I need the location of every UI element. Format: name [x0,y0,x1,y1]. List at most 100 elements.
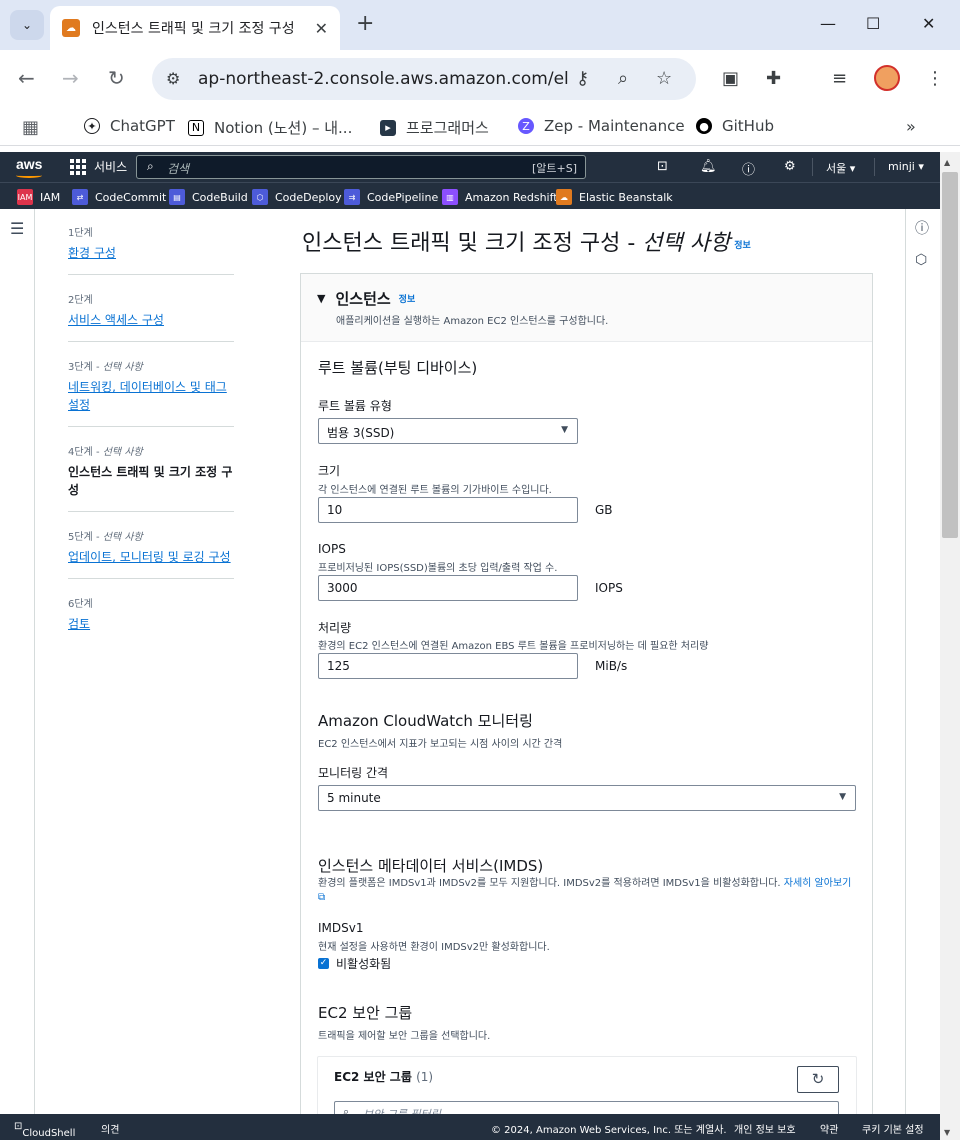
services-menu-button[interactable]: 서비스 [70,158,127,175]
terms-link[interactable]: 약관 [820,1121,838,1136]
cloudshell-footer-button[interactable]: ⊡ CloudShell [14,1121,75,1139]
search-icon: ⌕ [147,159,154,173]
close-window-icon[interactable]: ✕ [922,14,935,33]
media-queue-icon[interactable]: ≡ [832,68,847,89]
step-6: 6단계 검토 [68,595,234,645]
cookies-link[interactable]: 쿠키 기본 설정 [862,1121,924,1136]
favorite-codebuild[interactable]: ▤ CodeBuild [169,189,248,205]
maximize-icon[interactable]: ☐ [866,14,880,33]
iops-description: 프로비저닝된 IOPS(SSD)볼륨의 초당 입력/출력 작업 수. [318,563,558,574]
more-menu-icon[interactable]: ⋮ [926,68,944,89]
region-selector[interactable]: 서울 ▾ [826,160,855,176]
scroll-up-icon[interactable]: ▲ [944,158,950,167]
iops-input[interactable]: 3000 [318,575,578,601]
imds-description: 환경의 플랫폼은 IMDSv1과 IMDSv2를 모두 지원합니다. IMDSv… [318,877,858,905]
site-settings-icon[interactable]: ⚙ [166,69,180,88]
favorite-codecommit[interactable]: ⇄ CodeCommit [72,189,166,205]
bookmarks-bar: ▦ ✦ ChatGPT N Notion (노션) – 내... ▸ 프로그래머… [0,108,960,146]
zep-icon: Z [518,118,534,134]
minimize-icon[interactable]: — [820,14,836,33]
favorite-label: Elastic Beanstalk [579,190,673,204]
step-link-updates[interactable]: 업데이트, 모니터링 및 로깅 구성 [68,548,234,566]
root-volume-type-select[interactable]: 범용 3(SSD) ▼ [318,418,578,444]
checkbox-label[interactable]: 비활성화됨 [336,955,391,972]
panel-info-link[interactable]: 정보 [399,292,416,305]
address-bar[interactable]: ⚙ ap-northeast-2.console.aws.amazon.com/… [152,58,696,100]
step-link-environment[interactable]: 환경 구성 [68,244,234,262]
aws-search-input[interactable]: ⌕ 검색 [알트+S] [136,155,586,179]
browser-tab-active[interactable]: ☁ 인스턴스 트래픽 및 크기 조정 구성 ✕ [50,6,340,50]
cloudwatch-title: Amazon CloudWatch 모니터링 [318,712,533,730]
back-arrow-icon[interactable]: ← [18,66,35,90]
tab-search-button[interactable]: ⌄ [10,10,44,40]
new-tab-button[interactable]: + [356,12,374,36]
bookmark-programmers[interactable]: ▸ 프로그래머스 [380,117,489,138]
cloudshell-icon[interactable]: ⊡ [657,159,668,174]
favorite-codedeploy[interactable]: ⬡ CodeDeploy [252,189,342,205]
notifications-bell-icon[interactable]: 🔔︎ [700,159,717,174]
side-nav-rail: ☰ [0,209,35,1114]
profile-avatar[interactable] [874,65,900,91]
info-panel-icon[interactable]: ⓘ [915,218,929,238]
services-label: 서비스 [94,160,128,174]
extensions-puzzle-icon[interactable]: ✚ [766,68,781,89]
key-icon[interactable]: ⚷ [576,68,589,89]
imdsv1-description: 현재 설정을 사용하면 환경이 IMDSv2만 활성화합니다. [318,942,550,953]
account-menu[interactable]: minji ▾ [888,160,924,173]
step-link-review[interactable]: 검토 [68,615,234,633]
privacy-link[interactable]: 개인 정보 보호 [734,1121,796,1136]
caret-down-icon[interactable]: ▼ [317,292,325,305]
panel-description: 애플리케이션을 실행하는 Amazon EC2 인스턴스를 구성합니다. [336,316,609,327]
forward-arrow-icon[interactable]: → [62,66,79,90]
programmers-icon: ▸ [380,119,396,136]
step-current-label: 인스턴스 트래픽 및 크기 조정 구성 [68,465,233,497]
help-icon[interactable]: ⓘ [742,159,755,178]
throughput-input[interactable]: 125 [318,653,578,679]
bookmark-notion[interactable]: N Notion (노션) – 내... [188,117,352,138]
page-info-link[interactable]: 정보 [734,241,751,251]
size-input[interactable]: 10 [318,497,578,523]
bookmark-github[interactable]: ● GitHub [696,117,774,135]
size-label: 크기 [318,464,341,478]
codedeploy-icon: ⬡ [252,189,268,205]
zoom-icon[interactable]: ⌕ [618,68,628,89]
learn-more-link[interactable]: 자세히 알아보기 [784,878,852,889]
favorite-redshift[interactable]: ▥ Amazon Redshift [442,189,558,205]
step-link-service-access[interactable]: 서비스 액세스 구성 [68,311,234,329]
extension-notebook-icon[interactable]: ▣ [722,68,739,89]
copyright-text: © 2024, Amazon Web Services, Inc. 또는 계열사… [491,1125,727,1136]
sg-table-title-text: EC2 보안 그룹 [334,1070,412,1084]
imdsv1-disabled-checkbox[interactable]: ✓ [318,958,329,969]
feedback-link[interactable]: 의견 [101,1121,119,1136]
iops-unit: IOPS [595,581,623,595]
url-text[interactable]: ap-northeast-2.console.aws.amazon.com/el… [198,69,568,89]
reload-icon[interactable]: ↻ [108,66,125,90]
close-tab-icon[interactable]: ✕ [315,19,328,38]
step-number: 1단계 [68,228,93,239]
settings-gear-icon[interactable]: ⚙ [784,159,796,174]
feedback-hex-icon[interactable]: ⬡ [915,252,927,268]
bookmark-chatgpt[interactable]: ✦ ChatGPT [84,117,175,135]
scrollbar-thumb[interactable] [942,172,958,538]
step-number: 4단계 - [68,447,103,458]
bookmark-label: 프로그래머스 [406,119,489,137]
step-3: 3단계 - 선택 사항 네트워킹, 데이터베이스 및 태그 설정 [68,358,234,427]
hamburger-menu-icon[interactable]: ☰ [10,219,24,238]
step-link-networking[interactable]: 네트워킹, 데이터베이스 및 태그 설정 [68,378,234,414]
more-bookmarks-icon[interactable]: » [906,117,916,136]
favorite-beanstalk[interactable]: ☁ Elastic Beanstalk [556,189,673,205]
apps-grid-icon[interactable]: ▦ [22,117,39,138]
bookmark-star-icon[interactable]: ☆ [656,68,672,89]
external-link-icon[interactable]: ⧉ [318,892,325,903]
aws-smile-icon [16,173,42,178]
scroll-down-icon[interactable]: ▼ [944,1128,950,1137]
refresh-button[interactable]: ↻ [797,1066,839,1093]
favorite-codepipeline[interactable]: ⇉ CodePipeline [344,189,438,205]
favorite-iam[interactable]: IAM IAM [17,189,60,205]
favorite-label: Amazon Redshift [465,190,558,204]
aws-logo-text: aws [16,156,43,172]
bookmark-zep[interactable]: Z Zep - Maintenance [518,117,685,135]
monitoring-interval-select[interactable]: 5 minute ▼ [318,785,856,811]
aws-logo[interactable]: aws [16,156,43,178]
instances-panel-header[interactable]: ▼ 인스턴스 정보 애플리케이션을 실행하는 Amazon EC2 인스턴스를 … [301,274,872,342]
